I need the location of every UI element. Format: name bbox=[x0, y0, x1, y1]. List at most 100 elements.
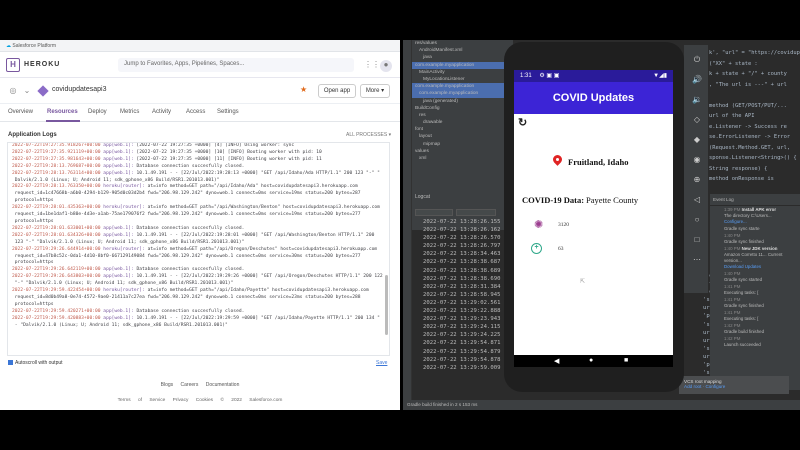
more-button[interactable]: More ▾ bbox=[360, 84, 390, 98]
log-message: "-" "Dalvik/2.1.0 (Linux; U; Android 11;… bbox=[14, 281, 234, 287]
power-icon[interactable]: ⏻ bbox=[692, 55, 702, 65]
tree-item[interactable]: xml bbox=[403, 155, 513, 162]
log-output[interactable]: 2022-07-22T19:27:35.918267+00:00 app[web… bbox=[7, 142, 390, 356]
tree-item[interactable]: AndroidManifest.xml bbox=[403, 47, 513, 54]
salesforce-label: Salesforce Platform bbox=[12, 43, 57, 49]
log-message: 10.1.49.191 - - [22/Jul/2022:19:29:59 +0… bbox=[133, 315, 380, 321]
footer-copyright: © 2022 Salesforce.com bbox=[220, 398, 283, 403]
tab-access[interactable]: Access bbox=[186, 109, 205, 115]
tree-item[interactable]: BuildConfig bbox=[403, 105, 513, 112]
log-line: 2022-07-22T19:29:59.420271+00:00 app[web… bbox=[8, 309, 389, 316]
save-link[interactable]: Save bbox=[376, 360, 387, 366]
event-entry[interactable]: 1:41 PM Executing tasks: [ bbox=[710, 283, 800, 296]
star-icon[interactable]: ★ bbox=[300, 85, 307, 94]
event-entry[interactable]: 1:42 PM Gradle build finished bbox=[710, 322, 800, 335]
back-icon[interactable]: ◁ bbox=[692, 195, 702, 205]
rotate-right-icon[interactable]: ◆ bbox=[692, 135, 702, 145]
event-entry[interactable]: 1:40 PM New JDK version Amazon Corretto 1… bbox=[710, 245, 800, 270]
tree-item[interactable]: java bbox=[403, 54, 513, 61]
event-title: Install APK error bbox=[741, 207, 777, 212]
app-space-icon[interactable]: ◎ bbox=[8, 86, 18, 96]
tree-item[interactable]: com.example.myapplication bbox=[403, 83, 513, 91]
footer-terms[interactable]: Terms of Service bbox=[118, 398, 166, 403]
tree-item[interactable]: drawable bbox=[403, 119, 513, 126]
code-line: (Request.Method.GET, url, bbox=[709, 144, 791, 151]
log-timestamp: 2022-07-22T19:28:13.763114+00:00 bbox=[12, 170, 101, 176]
process-select[interactable] bbox=[456, 209, 496, 216]
footer-link-careers[interactable]: Careers bbox=[181, 382, 199, 388]
tree-item[interactable]: font bbox=[403, 126, 513, 133]
log-line: 2022-07-22T19:28:13.769687+00:00 app[web… bbox=[8, 164, 389, 171]
event-entry[interactable]: 1:42 PM Launch succeeded bbox=[710, 335, 800, 348]
recents-nav-icon[interactable]: ■ bbox=[624, 357, 628, 364]
rotate-left-icon[interactable]: ◇ bbox=[692, 115, 702, 125]
log-message: at=info method=GET path="/api/Idaho/Paye… bbox=[144, 288, 369, 294]
process-filter[interactable]: ALL PROCESSES ▾ bbox=[346, 132, 391, 138]
volume-up-icon[interactable]: 🔊 bbox=[692, 75, 702, 85]
logcat-toolbar[interactable] bbox=[412, 208, 513, 217]
grid-icon[interactable]: ⋮⋮ bbox=[364, 60, 380, 70]
autoscroll-toggle[interactable]: Autoscroll with output bbox=[8, 360, 63, 366]
event-entry[interactable]: 1:41 PM Executing tasks: [ bbox=[710, 309, 800, 322]
footer-link-blogs[interactable]: Blogs bbox=[161, 382, 174, 388]
checkbox-icon[interactable] bbox=[8, 360, 13, 366]
home-nav-icon[interactable]: ● bbox=[589, 357, 593, 364]
log-timestamp: 2022-07-22T19:28:13.769687+00:00 bbox=[12, 163, 101, 169]
footer-cookies[interactable]: Cookies bbox=[196, 398, 213, 403]
log-source: heroku[router]: bbox=[103, 288, 145, 294]
code-line: url of the API bbox=[709, 113, 755, 119]
event-log[interactable]: Event Log 1:39 PM Install APK error The d… bbox=[710, 194, 800, 390]
tree-item[interactable]: res bbox=[403, 112, 513, 119]
tree-item[interactable]: com.example.myapplication bbox=[403, 90, 513, 98]
search-input[interactable]: Jump to Favorites, Apps, Pipelines, Spac… bbox=[118, 58, 354, 72]
tree-item[interactable]: res/values bbox=[403, 40, 513, 47]
open-app-button[interactable]: Open app bbox=[318, 84, 356, 98]
volume-down-icon[interactable]: 🔉 bbox=[692, 95, 702, 105]
overview-icon[interactable]: □ bbox=[692, 235, 702, 245]
tool-window-strip[interactable] bbox=[403, 40, 412, 410]
camera-icon[interactable]: ◉ bbox=[692, 155, 702, 165]
event-entry[interactable]: Gradle sync starte bbox=[710, 225, 800, 232]
heroku-logo-icon[interactable]: H bbox=[6, 58, 20, 72]
event-entry[interactable]: 1:40 PM Gradle sync started bbox=[710, 270, 800, 283]
avatar[interactable]: ● bbox=[380, 60, 392, 72]
home-icon[interactable]: ○ bbox=[692, 215, 702, 225]
tab-settings[interactable]: Settings bbox=[217, 109, 239, 115]
log-source: app[web.1]: bbox=[103, 143, 134, 148]
event-entry[interactable]: 1:41 PM Gradle sync finished bbox=[710, 296, 800, 309]
log-line: - "Dalvik/2.1.0 (Linux; U; Android 11; s… bbox=[8, 323, 389, 330]
tab-resources[interactable]: Resources bbox=[47, 109, 78, 115]
back-nav-icon[interactable]: ◀ bbox=[554, 357, 559, 365]
tree-item[interactable]: layout bbox=[403, 133, 513, 140]
more-icon[interactable]: ⋯ bbox=[692, 255, 702, 265]
tree-item[interactable]: values bbox=[403, 148, 513, 155]
notification-link[interactable]: Add root · Configure bbox=[684, 384, 784, 389]
tab-activity[interactable]: Activity bbox=[152, 109, 171, 115]
device-select[interactable] bbox=[415, 209, 453, 216]
tree-item[interactable]: MainActivity bbox=[403, 69, 513, 76]
event-time: 1:41 PM bbox=[724, 310, 741, 315]
log-message: 10.1.49.191 - - [22/Jul/2022:19:28:01 +0… bbox=[133, 232, 375, 238]
app-name[interactable]: covidupdatesapi3 bbox=[52, 86, 107, 93]
tree-item[interactable]: MyLocationListener bbox=[403, 76, 513, 83]
tab-overview[interactable]: Overview bbox=[8, 109, 33, 115]
log-scrollbar[interactable] bbox=[385, 275, 388, 335]
tree-item[interactable]: mipmap bbox=[403, 141, 513, 148]
code-editor[interactable]: k', "url" = "https://covidupdate ("XX" + … bbox=[709, 48, 800, 185]
tab-bar: Overview Resources Deploy Metrics Activi… bbox=[0, 104, 400, 122]
vcs-notification[interactable]: VCS root mapping Add root · Configure bbox=[679, 376, 789, 394]
footer-link-documentation[interactable]: Documentation bbox=[206, 382, 240, 388]
event-text: Launch succeeded bbox=[724, 342, 761, 347]
zoom-icon[interactable]: ⊕ bbox=[692, 175, 702, 185]
tab-deploy[interactable]: Deploy bbox=[88, 109, 107, 115]
tree-item[interactable]: java (generated) bbox=[403, 98, 513, 105]
event-entry[interactable]: 1:39 PM Install APK error The directory C… bbox=[710, 206, 800, 225]
refresh-icon[interactable]: ↻ bbox=[518, 116, 527, 129]
log-line: 2022-07-22T19:28:01.634326+00:00 app[web… bbox=[8, 233, 389, 240]
tree-item[interactable]: com.example.myapplication bbox=[403, 61, 513, 69]
chevron-down-icon[interactable]: ⌄ bbox=[22, 86, 32, 96]
process-filter-label: ALL PROCESSES bbox=[346, 132, 388, 138]
event-entry[interactable]: 1:40 PM Gradle sync finished bbox=[710, 232, 800, 245]
tab-metrics[interactable]: Metrics bbox=[120, 109, 139, 115]
footer-privacy[interactable]: Privacy bbox=[173, 398, 189, 403]
